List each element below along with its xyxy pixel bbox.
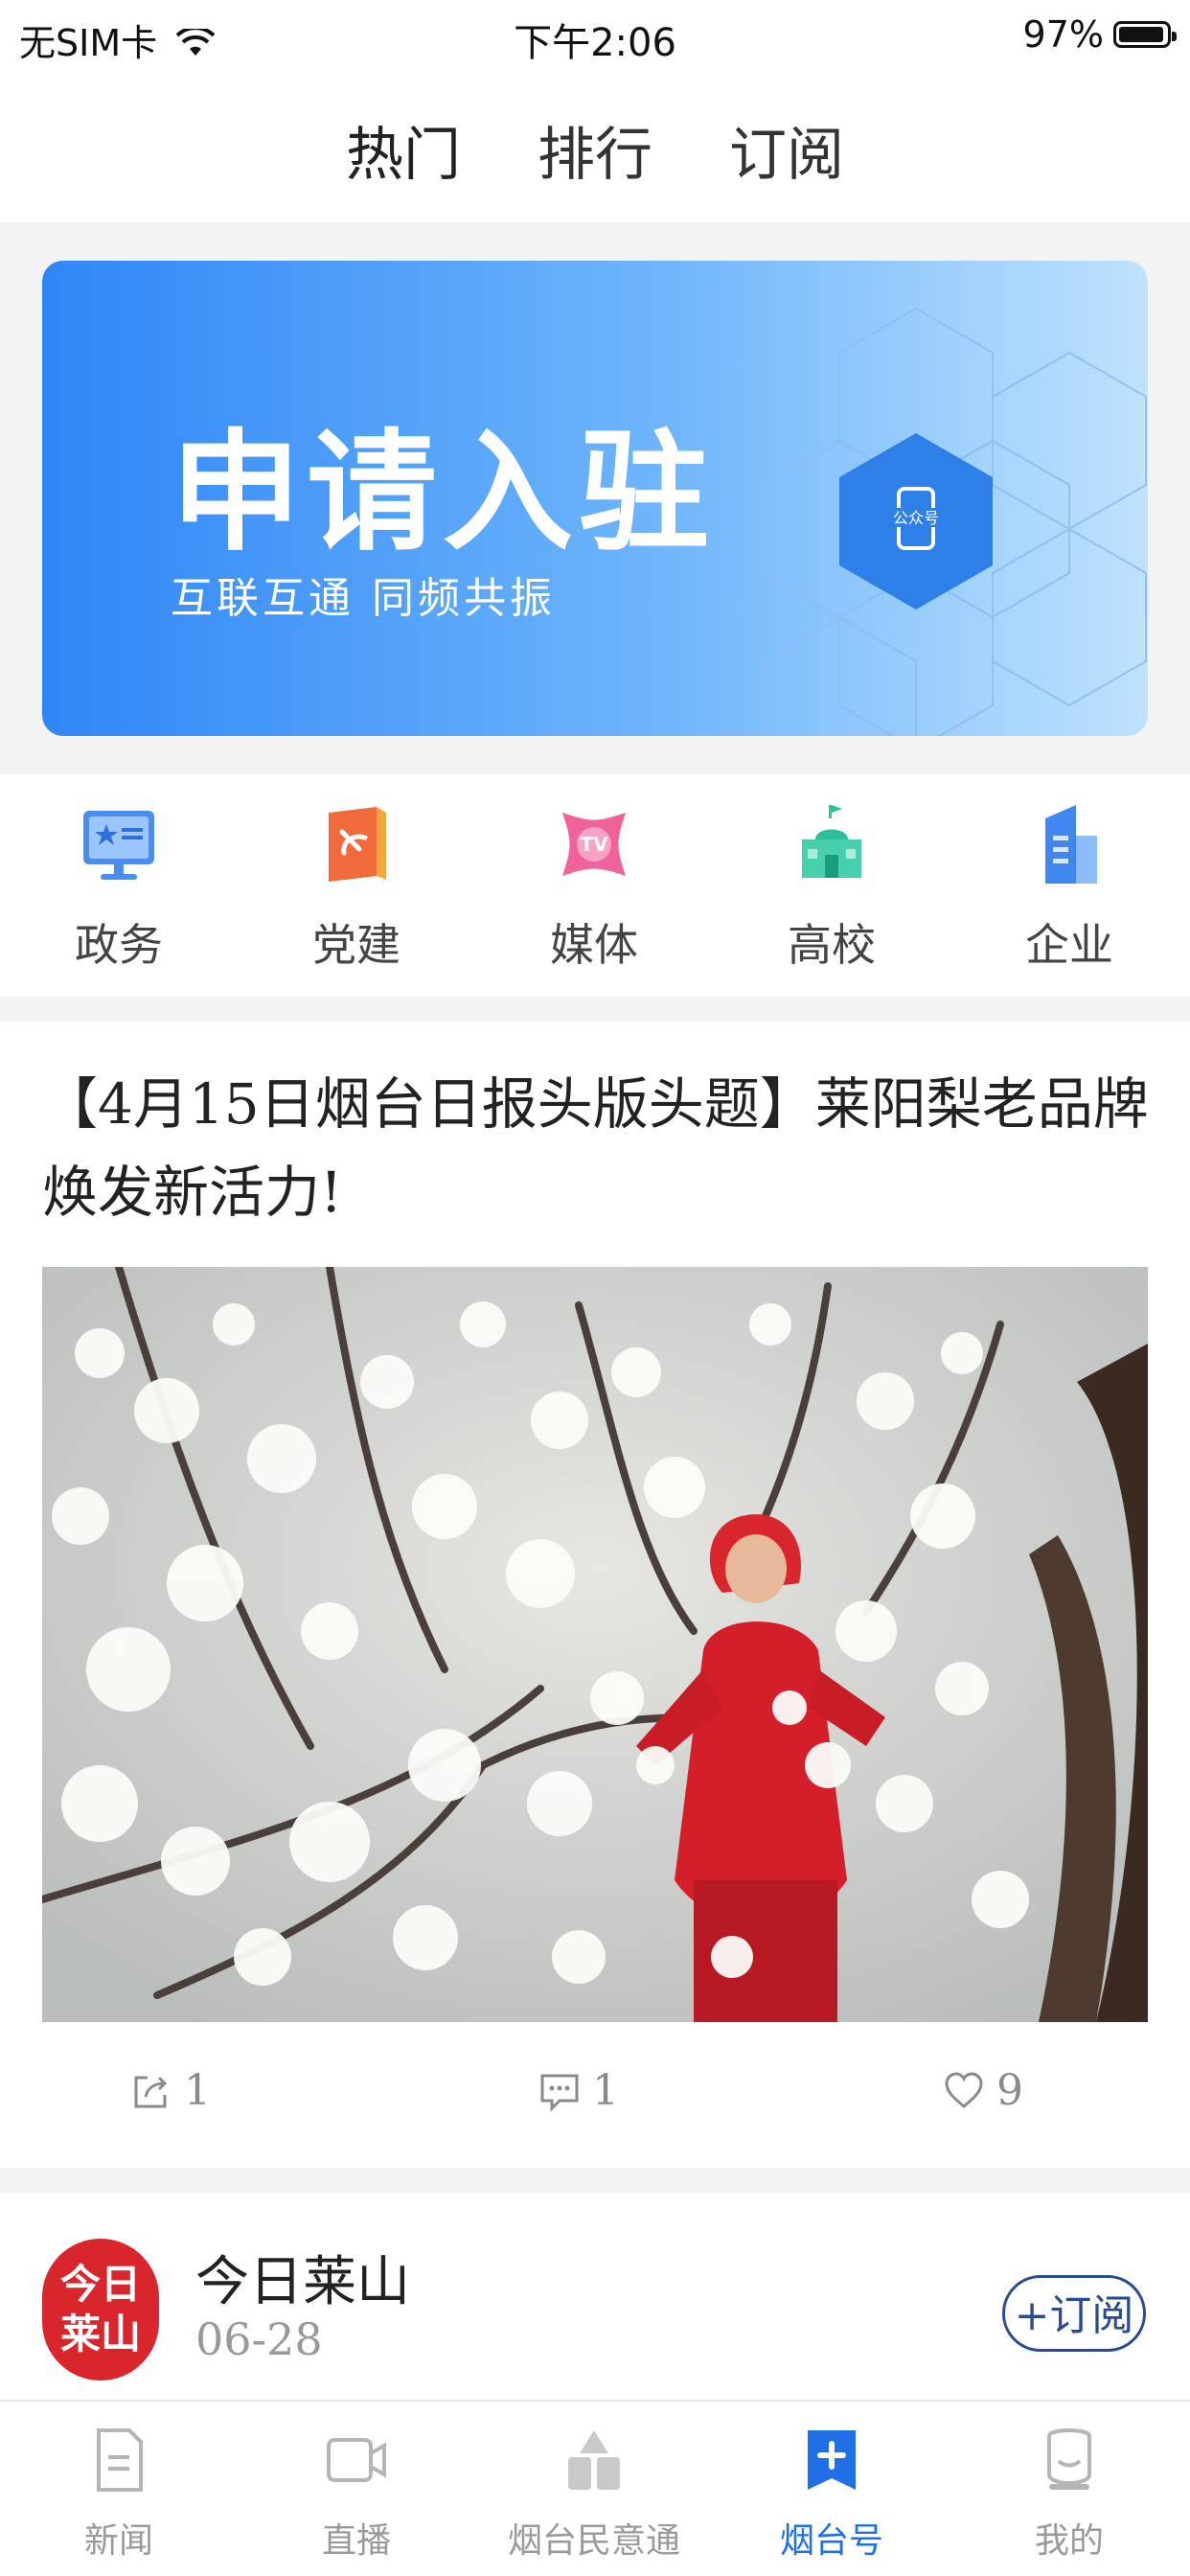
banner-subtitle: 互联互通 同频共振	[171, 574, 556, 623]
article-photo[interactable]	[42, 1267, 1148, 2022]
tab-label: 我的	[1034, 2521, 1104, 2561]
battery-icon	[1113, 21, 1177, 48]
profile-icon	[1047, 2428, 1091, 2490]
share-icon	[134, 2076, 168, 2107]
tab-subscribed[interactable]: 订阅	[729, 108, 844, 192]
status-time: 下午2:06	[514, 21, 676, 65]
account-row[interactable]: 今日莱山 今日莱山 06-28 +订阅	[0, 2193, 1190, 2404]
category-enterprise[interactable]: 企业	[973, 803, 1165, 974]
tab-news[interactable]: 新闻	[0, 2426, 238, 2563]
account-avatar[interactable]: 今日莱山	[42, 2239, 159, 2380]
category-media[interactable]: TV 媒体	[498, 803, 690, 974]
tab-hot[interactable]: 热门	[346, 108, 461, 192]
media-tv-icon: TV	[562, 813, 626, 876]
article-headline[interactable]: 【4月15日烟台日报头版头题】莱阳梨老品牌焕发新活力!	[42, 1060, 1154, 1236]
tab-profile[interactable]: 我的	[950, 2426, 1188, 2563]
apply-join-banner[interactable]: 申请入驻 互联互通 同频共振 公众号	[42, 261, 1148, 736]
enterprise-icon	[1045, 805, 1097, 884]
account-date: 06-28	[195, 2313, 323, 2365]
like-button[interactable]: 9	[943, 2066, 1023, 2115]
category-label: 政务	[75, 919, 163, 971]
news-icon	[97, 2428, 143, 2492]
live-icon	[327, 2438, 386, 2482]
party-building-icon	[329, 807, 386, 882]
account-seal-text: 今日莱山	[59, 2261, 141, 2358]
government-icon	[83, 811, 154, 880]
category-label: 企业	[1025, 919, 1113, 971]
battery-indicator: 97%	[1022, 13, 1177, 56]
heart-icon	[945, 2071, 983, 2108]
tab-yantai-account[interactable]: 烟台号	[713, 2426, 950, 2563]
svg-text:TV: TV	[580, 833, 608, 856]
share-button[interactable]: 1	[130, 2066, 211, 2115]
tab-label: 新闻	[83, 2521, 153, 2561]
subscribe-button[interactable]: +订阅	[1002, 2275, 1146, 2352]
account-name[interactable]: 今日莱山	[195, 2239, 410, 2316]
share-count: 1	[184, 2066, 211, 2115]
tab-label: 直播	[321, 2521, 391, 2561]
top-tab-bar: 热门 排行 订阅	[0, 77, 1190, 222]
public-opinion-icon	[568, 2430, 620, 2490]
university-icon	[802, 805, 861, 878]
tab-ranking[interactable]: 排行	[538, 108, 652, 192]
tab-label: 烟台号	[779, 2521, 883, 2561]
category-label: 高校	[788, 919, 876, 971]
like-count: 9	[996, 2066, 1023, 2115]
status-bar: 无SIM卡 下午2:06 97%	[0, 0, 1190, 77]
category-row: 政务 党建 TV 媒体 高校 企业	[0, 774, 1190, 997]
banner-section: 申请入驻 互联互通 同频共振 公众号	[0, 222, 1190, 774]
hexagon-graphic-icon: 公众号	[762, 307, 1147, 736]
tab-label: 烟台民意通	[507, 2521, 680, 2561]
battery-percent: 97%	[1022, 13, 1104, 56]
category-label: 媒体	[550, 919, 638, 971]
category-university[interactable]: 高校	[736, 803, 927, 974]
pear-blossom-photo	[42, 1267, 1148, 2022]
category-government[interactable]: 政务	[23, 803, 215, 974]
banner-badge: 公众号	[893, 509, 939, 527]
comment-icon	[540, 2074, 579, 2112]
bottom-tab-bar: 新闻 直播 烟台民意通 烟台号 我的	[0, 2400, 1190, 2576]
tab-live[interactable]: 直播	[238, 2426, 475, 2563]
yantai-account-icon	[808, 2430, 856, 2490]
article-card[interactable]: 【4月15日烟台日报头版头题】莱阳梨老品牌焕发新活力! 1 1 9	[0, 1022, 1190, 2168]
banner-title: 申请入驻	[171, 418, 715, 569]
comment-button[interactable]: 1	[538, 2066, 619, 2115]
category-party-building[interactable]: 党建	[261, 803, 452, 974]
comment-count: 1	[592, 2066, 619, 2115]
tab-public-opinion[interactable]: 烟台民意通	[475, 2426, 713, 2563]
category-label: 党建	[312, 919, 400, 971]
article-actions: 1 1 9	[0, 2057, 1190, 2133]
